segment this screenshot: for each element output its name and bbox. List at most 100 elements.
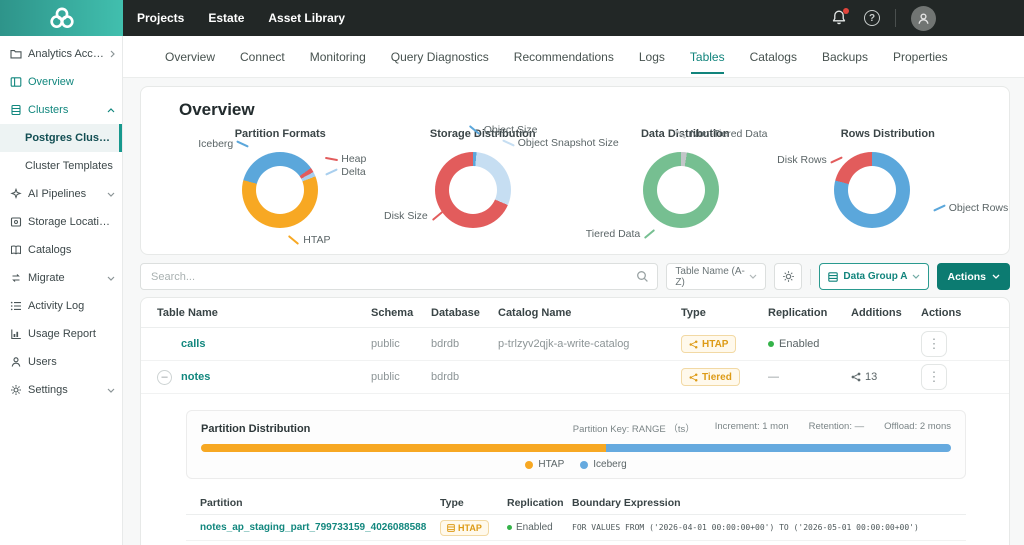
sidebar-item-overview[interactable]: Overview [0,68,122,96]
sidebar-item-ai-pipelines[interactable]: AI Pipelines [0,180,122,208]
sidebar-item-users[interactable]: Users [0,348,122,376]
donut-data-distribution[interactable] [643,152,719,228]
col-catalog-name[interactable]: Catalog Name [498,307,681,319]
table-link-calls[interactable]: calls [181,338,371,350]
overview-icon [10,76,22,88]
label-tiered-data: Tiered Data [586,228,659,240]
col-replication[interactable]: Replication [768,307,851,319]
sidebar-item-postgres-clusters[interactable]: Postgres Clusters [0,124,122,152]
partition-row: notes_ap_staging_part_799733159_40260885… [186,515,966,541]
sort-select[interactable]: Table Name (A-Z) [666,263,766,290]
chevron-up-icon [107,108,115,113]
table-header: Table Name Schema Database Catalog Name … [141,298,1009,328]
partition-table: Partition Type Replication Boundary Expr… [186,491,966,545]
col-type[interactable]: Type [681,307,768,319]
data-group-button[interactable]: Data Group A [819,263,929,290]
label-htap: HTAP [284,234,330,246]
tab-recommendations[interactable]: Recommendations [514,50,614,64]
col-type[interactable]: Type [440,497,507,509]
chevron-down-icon [992,274,1000,279]
toolbar-divider [810,269,811,285]
chevron-down-icon [912,274,920,279]
tab-bar: Overview Connect Monitoring Query Diagno… [123,36,1024,78]
gear-icon [782,270,795,283]
row-actions-button[interactable]: ⋮ [921,331,947,357]
sidebar-label: Usage Report [28,328,115,340]
sidebar-item-catalogs[interactable]: Catalogs [0,236,122,264]
col-database[interactable]: Database [431,307,498,319]
partition-panel-title: Partition Distribution [201,423,310,435]
tab-monitoring[interactable]: Monitoring [310,50,366,64]
col-partition[interactable]: Partition [200,497,440,509]
tab-query-diagnostics[interactable]: Query Diagnostics [391,50,489,64]
ai-pipelines-icon [10,188,22,200]
tab-backups[interactable]: Backups [822,50,868,64]
row-actions-button[interactable]: ⋮ [921,364,947,390]
nav-asset-library[interactable]: Asset Library [268,11,345,25]
legend-htap: HTAP [525,459,564,470]
col-actions[interactable]: Actions [921,307,1009,319]
sidebar-item-settings[interactable]: Settings [0,376,122,404]
brand-logo[interactable] [0,0,123,36]
actions-button[interactable]: Actions [937,263,1010,290]
col-schema[interactable]: Schema [371,307,431,319]
sidebar-item-clusters[interactable]: Clusters [0,96,122,124]
topbar-divider [895,9,896,27]
page-title: Overview [179,100,989,120]
sidebar-item-usage-report[interactable]: Usage Report [0,320,122,348]
sidebar-item-analytics-accelerator[interactable]: Analytics Accelerator... [0,40,122,68]
tab-properties[interactable]: Properties [893,50,948,64]
notifications-button[interactable] [831,9,849,27]
replication-status: Enabled [768,338,851,350]
legend-dot [580,461,588,469]
sidebar-item-storage-locations[interactable]: Storage Locations [0,208,122,236]
data-group-label: Data Group A [843,271,907,282]
meta-retention: Retention: — [809,421,864,435]
col-replication[interactable]: Replication [507,497,572,509]
donut-partition-formats[interactable] [242,152,318,228]
col-table-name[interactable]: Table Name [141,307,371,319]
notification-dot [843,8,849,14]
tab-tables[interactable]: Tables [690,50,725,64]
leader-line [675,129,686,139]
partition-link[interactable]: notes_ap_staging_part_799733159_40260885… [200,522,440,533]
tab-connect[interactable]: Connect [240,50,285,64]
table-link-notes[interactable]: notes [181,371,371,383]
partition-table-header: Partition Type Replication Boundary Expr… [186,491,966,515]
partition-row: notes_ap_staging_part_567656860_79973315… [186,541,966,545]
sidebar-item-migrate[interactable]: Migrate [0,264,122,292]
col-additions[interactable]: Additions [851,307,921,319]
partition-panel-meta: Partition Key: RANGE （ts） Increment: 1 m… [573,421,951,435]
gear-icon [10,384,22,396]
leader-line [469,125,480,135]
sidebar-item-cluster-templates[interactable]: Cluster Templates [0,152,122,180]
tab-overview[interactable]: Overview [165,50,215,64]
sidebar-label: Clusters [28,104,101,116]
user-avatar[interactable] [911,6,936,31]
top-bar: Projects Estate Asset Library ? [0,0,1024,36]
tab-catalogs[interactable]: Catalogs [750,50,797,64]
search-input[interactable] [140,263,658,290]
table-icon [828,272,838,282]
chevron-down-icon [107,192,115,197]
sidebar-item-activity-log[interactable]: Activity Log [0,292,122,320]
nav-estate[interactable]: Estate [208,11,244,25]
chart-data-distribution: Data Distribution Non-Tiered Data Tiered… [584,122,787,252]
tab-logs[interactable]: Logs [639,50,665,64]
content-area: Overview Partition Formats Iceberg Heap … [123,78,1024,545]
legend-dot [525,461,533,469]
actions-label: Actions [947,271,986,283]
partition-distribution-bar[interactable] [201,444,951,452]
sidebar: Analytics Accelerator... Overview Cluste… [0,36,123,545]
sidebar-label: Migrate [28,272,101,284]
chevron-right-icon [110,50,115,58]
share-icon [851,372,861,382]
table-settings-button[interactable] [774,263,802,290]
collapse-row-button[interactable]: – [157,370,172,385]
help-button[interactable]: ? [864,10,880,26]
leader-line [432,211,443,221]
notes-expanded-section: Partition Distribution Partition Key: RA… [141,394,1009,545]
nav-projects[interactable]: Projects [137,11,184,25]
bar-segment-htap [201,444,606,452]
col-boundary-expression[interactable]: Boundary Expression [572,497,966,509]
